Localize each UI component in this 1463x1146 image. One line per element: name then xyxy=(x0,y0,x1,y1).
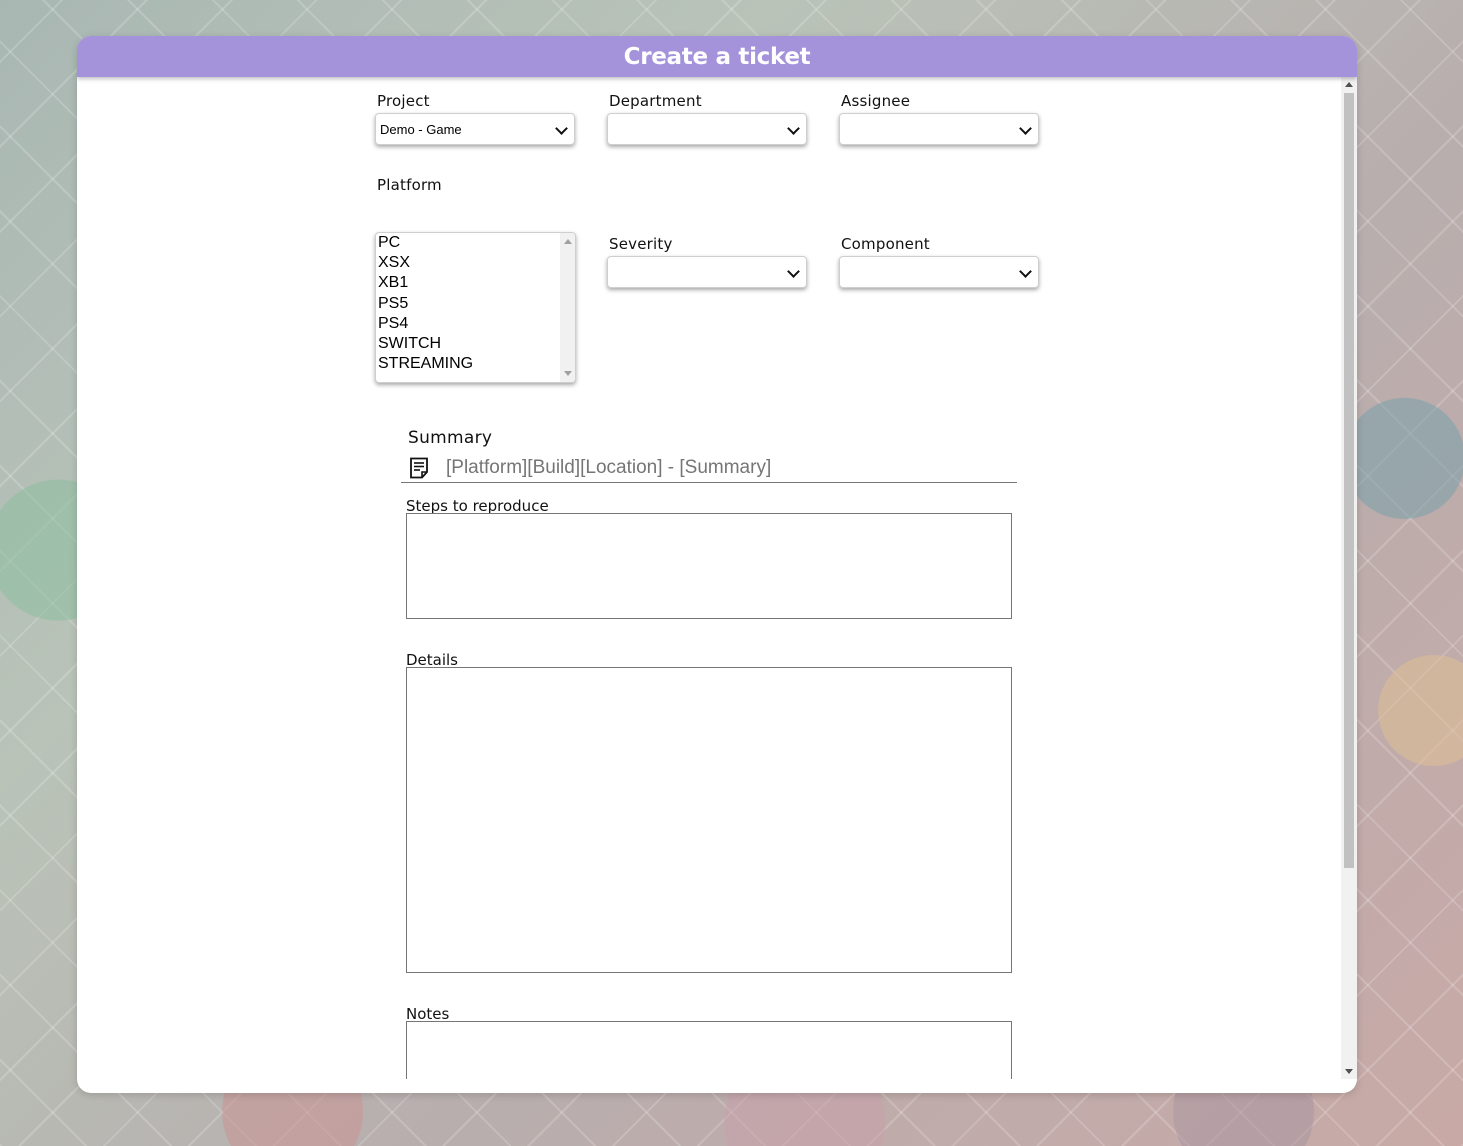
platform-option[interactable]: XB1 xyxy=(376,273,575,293)
summary-label: Summary xyxy=(408,428,493,448)
component-label: Component xyxy=(841,235,930,253)
platform-option[interactable]: SWITCH xyxy=(376,334,575,354)
scroll-up-arrow-icon[interactable] xyxy=(1345,82,1353,87)
department-label: Department xyxy=(609,92,702,110)
department-select[interactable] xyxy=(607,113,807,145)
platform-listbox-scrollbar[interactable] xyxy=(560,233,575,382)
platform-option[interactable]: PC xyxy=(376,233,575,253)
platform-option[interactable]: PS4 xyxy=(376,314,575,334)
scroll-up-arrow-icon[interactable] xyxy=(564,239,572,244)
notes-textarea[interactable] xyxy=(406,1021,1012,1079)
scrollbar-thumb[interactable] xyxy=(1344,93,1354,868)
steps-textarea[interactable] xyxy=(406,513,1012,619)
page-title: Create a ticket xyxy=(623,43,811,70)
create-ticket-panel: Create a ticket Project Demo - Game Depa… xyxy=(77,36,1357,1093)
details-textarea[interactable] xyxy=(406,667,1012,973)
assignee-label: Assignee xyxy=(841,92,911,110)
severity-select[interactable] xyxy=(607,256,807,288)
assignee-select[interactable] xyxy=(839,113,1039,145)
project-select[interactable]: Demo - Game xyxy=(375,113,575,145)
severity-label: Severity xyxy=(609,235,673,253)
summary-placeholder: [Platform][Build][Location] - [Summary] xyxy=(446,457,772,478)
form-body: Project Demo - Game Department Assignee … xyxy=(77,77,1341,1079)
chevron-down-icon xyxy=(1019,122,1032,135)
platform-option[interactable]: XSX xyxy=(376,253,575,273)
document-icon xyxy=(410,457,428,479)
scroll-down-arrow-icon[interactable] xyxy=(1345,1069,1353,1074)
page-scrollbar[interactable] xyxy=(1341,77,1357,1079)
scroll-down-arrow-icon[interactable] xyxy=(564,371,572,376)
project-label: Project xyxy=(377,92,430,110)
platform-option[interactable]: STREAMING xyxy=(376,354,575,374)
chevron-down-icon xyxy=(1019,265,1032,278)
platform-listbox[interactable]: PC XSX XB1 PS5 PS4 SWITCH STREAMING xyxy=(375,232,576,383)
chevron-down-icon xyxy=(787,122,800,135)
component-select[interactable] xyxy=(839,256,1039,288)
summary-input[interactable]: [Platform][Build][Location] - [Summary] xyxy=(401,455,1017,483)
platform-label: Platform xyxy=(377,176,442,194)
project-select-value: Demo - Game xyxy=(380,121,462,137)
chevron-down-icon xyxy=(787,265,800,278)
chevron-down-icon xyxy=(555,122,568,135)
panel-header: Create a ticket xyxy=(77,36,1357,77)
platform-option[interactable]: PS5 xyxy=(376,294,575,314)
